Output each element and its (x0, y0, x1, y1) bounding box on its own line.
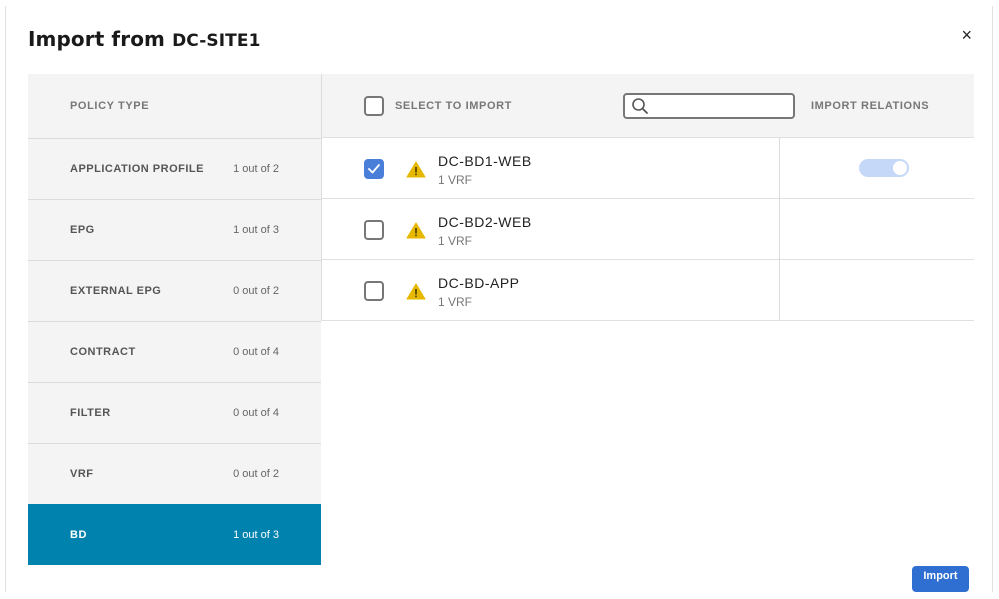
import-item-checkbox[interactable] (364, 220, 384, 240)
import-item-relation-count: 1 VRF (438, 295, 473, 309)
close-icon[interactable]: × (961, 26, 972, 44)
policy-type-item-filter[interactable]: FILTER 0 out of 4 (28, 382, 321, 443)
search-icon (632, 98, 648, 114)
policy-type-header: POLICY TYPE (70, 100, 150, 112)
select-to-import-label: SELECT TO IMPORT (395, 100, 512, 112)
policy-type-count: 0 out of 2 (233, 468, 279, 480)
import-item-checkbox[interactable] (364, 281, 384, 301)
import-item-list: DC-BD1-WEB 1 VRF DC-BD2-WEB 1 VRF DC-BD-APP 1… (321, 138, 974, 321)
import-item-row: DC-BD1-WEB 1 VRF (322, 138, 974, 199)
search-box[interactable] (623, 93, 795, 119)
policy-type-list: POLICY TYPE APPLICATION PROFILE 1 out of … (28, 74, 321, 565)
import-item-row: DC-BD2-WEB 1 VRF (322, 199, 974, 260)
import-item-name: DC-BD2-WEB (438, 214, 532, 230)
policy-type-name: FILTER (70, 407, 111, 419)
policy-type-count: 1 out of 2 (233, 163, 279, 175)
import-item-name: DC-BD-APP (438, 275, 520, 291)
dialog-title: Import from DC-SITE1 (28, 27, 261, 51)
policy-type-item-external-epg[interactable]: EXTERNAL EPG 0 out of 2 (28, 260, 321, 321)
toggle-knob (893, 161, 907, 175)
warning-icon (406, 283, 426, 305)
dialog-title-prefix: Import from (28, 27, 165, 51)
import-item-row: DC-BD-APP 1 VRF (322, 260, 974, 321)
import-item-relation-count: 1 VRF (438, 173, 473, 187)
search-input[interactable] (651, 97, 791, 115)
policy-type-count: 0 out of 2 (233, 285, 279, 297)
import-dialog: Import from DC-SITE1 × POLICY TYPE APPLI… (5, 6, 993, 592)
select-all-checkbox[interactable] (364, 96, 384, 116)
policy-type-name: APPLICATION PROFILE (70, 163, 204, 175)
policy-type-name: CONTRACT (70, 346, 136, 358)
policy-type-name: BD (70, 529, 87, 541)
import-list-header: SELECT TO IMPORT IMPORT RELATIONS (321, 74, 974, 138)
column-divider (779, 138, 780, 199)
policy-type-count: 1 out of 3 (233, 529, 279, 541)
column-divider (779, 260, 780, 321)
import-item-relation-count: 1 VRF (438, 234, 473, 248)
policy-type-count: 1 out of 3 (233, 224, 279, 236)
policy-type-item-contract[interactable]: CONTRACT 0 out of 4 (28, 321, 321, 382)
policy-type-name: VRF (70, 468, 94, 480)
policy-type-item-vrf[interactable]: VRF 0 out of 2 (28, 443, 321, 504)
policy-type-item-bd[interactable]: BD 1 out of 3 (28, 504, 321, 565)
import-button[interactable]: Import (912, 566, 969, 592)
warning-icon (406, 161, 426, 183)
import-item-name: DC-BD1-WEB (438, 153, 532, 169)
policy-type-count: 0 out of 4 (233, 346, 279, 358)
policy-type-item-epg[interactable]: EPG 1 out of 3 (28, 199, 321, 260)
policy-type-item-application-profile[interactable]: APPLICATION PROFILE 1 out of 2 (28, 138, 321, 199)
policy-type-count: 0 out of 4 (233, 407, 279, 419)
checkmark-icon (368, 164, 380, 174)
import-relations-label: IMPORT RELATIONS (811, 100, 930, 112)
dialog-title-site: DC-SITE1 (172, 31, 261, 51)
policy-type-name: EXTERNAL EPG (70, 285, 162, 297)
import-item-checkbox[interactable] (364, 159, 384, 179)
import-relations-toggle[interactable] (859, 159, 909, 177)
warning-icon (406, 222, 426, 244)
column-divider (779, 199, 780, 260)
policy-type-name: EPG (70, 224, 95, 236)
